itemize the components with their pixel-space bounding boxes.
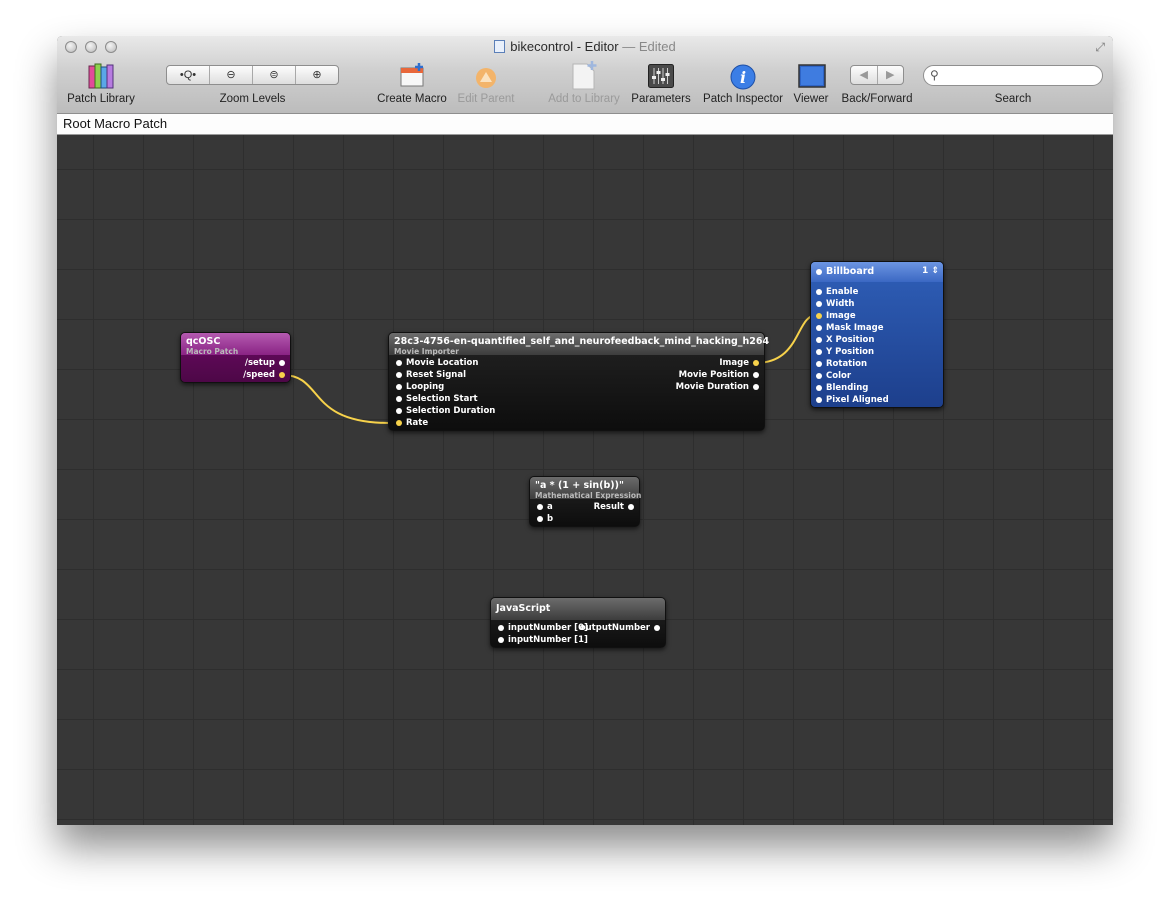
back-forward-segmented: ◀ ▶ — [850, 65, 904, 85]
port-color[interactable]: Color — [814, 370, 851, 382]
port-output-number[interactable]: outputNumber — [580, 622, 662, 634]
breadcrumb: Root Macro Patch — [57, 114, 1113, 135]
qcosc-subtitle: Macro Patch — [186, 347, 239, 356]
fullscreen-icon[interactable]: ⤢ — [1095, 40, 1105, 55]
billboard-layer[interactable]: 1 ⇕ — [922, 266, 939, 276]
port-input-number-0[interactable]: inputNumber [0] — [496, 622, 588, 634]
port-movie-duration[interactable]: Movie Duration — [676, 381, 761, 393]
port-looping[interactable]: Looping — [394, 381, 444, 393]
layer-stepper-icon: ⇕ — [931, 266, 939, 276]
port-result[interactable]: Result — [594, 501, 636, 513]
math-expression-patch[interactable]: "a * (1 + sin(b))" Mathematical Expressi… — [529, 476, 642, 527]
search-field[interactable]: ⚲ — [923, 65, 1103, 86]
patch-library-label: Patch Library — [67, 93, 135, 105]
math-expression-title: "a * (1 + sin(b))" — [535, 480, 624, 491]
edit-parent-icon — [476, 68, 496, 88]
qcosc-macro-patch[interactable]: qcOSC Macro Patch /setup /speed — [180, 332, 291, 383]
zoom-levels-label: Zoom Levels — [219, 93, 286, 105]
port-a[interactable]: a — [535, 501, 553, 513]
editor-window: bikecontrol - Editor — Edited ⤢ Patch Li… — [57, 36, 1113, 825]
zoom-fit-icon[interactable]: •Q• — [167, 66, 209, 84]
toolbar: bikecontrol - Editor — Edited ⤢ Patch Li… — [57, 36, 1113, 114]
parameters-icon — [648, 64, 674, 88]
port-selection-duration[interactable]: Selection Duration — [394, 405, 495, 417]
port-image-in[interactable]: Image — [814, 310, 856, 322]
port-x-position[interactable]: X Position — [814, 334, 874, 346]
add-to-library-icon — [572, 61, 597, 90]
port-b[interactable]: b — [535, 513, 553, 525]
port-enable[interactable]: Enable — [814, 286, 858, 298]
patch-canvas[interactable]: qcOSC Macro Patch /setup /speed 28c3-475… — [57, 135, 1113, 825]
add-to-library-label: Add to Library — [548, 93, 620, 105]
edit-parent-label: Edit Parent — [457, 93, 515, 105]
port-rotation[interactable]: Rotation — [814, 358, 867, 370]
port-rate[interactable]: Rate — [394, 417, 428, 429]
forward-icon[interactable]: ▶ — [876, 66, 904, 84]
port-image-out[interactable]: Image — [719, 357, 761, 369]
port-y-position[interactable]: Y Position — [814, 346, 874, 358]
zoom-actual-icon[interactable]: ⊜ — [252, 66, 295, 84]
zoom-in-icon[interactable]: ⊕ — [295, 66, 338, 84]
port-reset-signal[interactable]: Reset Signal — [394, 369, 466, 381]
patch-inspector-label: Patch Inspector — [703, 93, 783, 105]
billboard-layer-number: 1 — [922, 266, 929, 276]
math-expression-subtitle: Mathematical Expression — [535, 491, 642, 500]
back-forward-label: Back/Forward — [841, 93, 913, 105]
svg-text:i: i — [740, 68, 746, 87]
patch-inspector-button[interactable]: i Patch Inspector — [699, 36, 787, 113]
zoom-segmented: •Q• ⊖ ⊜ ⊕ — [166, 65, 339, 85]
movie-importer-title: 28c3-4756-en-quantified_self_and_neurofe… — [394, 336, 770, 347]
qcosc-title: qcOSC — [186, 336, 221, 347]
back-icon[interactable]: ◀ — [851, 66, 877, 84]
port-input-number-1[interactable]: inputNumber [1] — [496, 634, 588, 646]
javascript-title: JavaScript — [496, 603, 551, 614]
port-width[interactable]: Width — [814, 298, 855, 310]
port-blending[interactable]: Blending — [814, 382, 868, 394]
patch-library-button[interactable]: Patch Library — [61, 36, 141, 113]
back-forward-control: ◀ ▶ Back/Forward — [837, 36, 917, 113]
zoom-levels-control: •Q• ⊖ ⊜ ⊕ Zoom Levels — [166, 36, 339, 113]
movie-importer-subtitle: Movie Importer — [394, 347, 459, 356]
patch-library-icon — [88, 63, 114, 89]
viewer-label: Viewer — [793, 93, 829, 105]
port-speed[interactable]: /speed — [243, 369, 287, 381]
create-macro-icon — [400, 63, 424, 87]
port-movie-position[interactable]: Movie Position — [679, 369, 761, 381]
search-label: Search — [994, 93, 1032, 105]
parameters-label: Parameters — [631, 93, 691, 105]
port-selection-start[interactable]: Selection Start — [394, 393, 478, 405]
edit-parent-button[interactable]: Edit Parent — [449, 36, 523, 113]
breadcrumb-root[interactable]: Root Macro Patch — [63, 116, 167, 131]
port-pixel-aligned[interactable]: Pixel Aligned — [814, 394, 889, 406]
search-icon: ⚲ — [930, 68, 939, 82]
port-mask-image[interactable]: Mask Image — [814, 322, 883, 334]
billboard-patch[interactable]: Billboard 1 ⇕ Enable Width Image Mask Im… — [810, 261, 944, 408]
billboard-title: Billboard — [814, 266, 874, 278]
create-macro-label: Create Macro — [377, 93, 447, 105]
zoom-out-icon[interactable]: ⊖ — [209, 66, 252, 84]
javascript-patch[interactable]: JavaScript inputNumber [0] inputNumber [… — [490, 597, 666, 648]
viewer-button[interactable]: Viewer — [790, 36, 832, 113]
port-setup[interactable]: /setup — [245, 357, 287, 369]
movie-importer-patch[interactable]: 28c3-4756-en-quantified_self_and_neurofe… — [388, 332, 769, 431]
viewer-icon — [798, 64, 826, 88]
add-to-library-button[interactable]: Add to Library — [541, 36, 627, 113]
port-movie-location[interactable]: Movie Location — [394, 357, 478, 369]
connection-speed-to-rate — [281, 374, 391, 424]
parameters-button[interactable]: Parameters — [628, 36, 694, 113]
create-macro-button[interactable]: Create Macro — [372, 36, 452, 113]
patch-inspector-icon: i — [730, 64, 756, 90]
